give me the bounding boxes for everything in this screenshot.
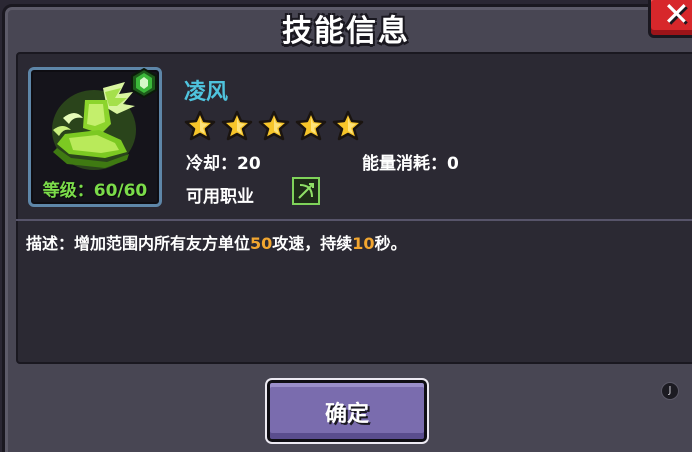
skill-star-rating <box>184 110 364 142</box>
confirm-button[interactable]: 确定 <box>267 380 427 442</box>
available-class-label: 可用职业 <box>186 187 254 207</box>
description-prefix: 描述：增加范围内所有友方单位 <box>26 234 251 253</box>
star-icon <box>332 110 364 141</box>
confirm-button-label: 确定 <box>324 402 369 427</box>
corner-indicator-icon[interactable]: J <box>661 382 679 400</box>
dialog-title-bar: 技能信息 <box>0 0 692 50</box>
skill-description: 描述：增加范围内所有友方单位50攻速，持续10秒。 <box>26 230 407 254</box>
star-icon <box>221 110 253 141</box>
game-screen: 技能信息 ✕ 等级：60/60 凌风 冷却：20 能量消耗：0 可用职业 描述：… <box>0 0 692 452</box>
ranger-class-icon <box>292 177 320 205</box>
skill-level: 等级：60/60 <box>42 181 148 201</box>
skill-energy-cost: 能量消耗：0 <box>362 154 459 174</box>
description-suffix: 秒。 <box>374 234 407 253</box>
green-gem-badge-icon <box>131 68 157 98</box>
dialog-title: 技能信息 <box>282 14 410 49</box>
description-middle: 攻速，持续 <box>272 234 353 253</box>
description-value-duration: 10 <box>352 234 375 253</box>
star-icon <box>184 110 216 141</box>
panel-divider <box>16 219 692 221</box>
skill-name: 凌风 <box>184 80 229 105</box>
skill-cooldown: 冷却：20 <box>186 154 261 174</box>
star-icon <box>295 110 327 141</box>
close-icon: ✕ <box>663 0 690 33</box>
description-value-speed: 50 <box>250 234 273 253</box>
close-button[interactable]: ✕ <box>648 0 692 38</box>
star-icon <box>258 110 290 141</box>
